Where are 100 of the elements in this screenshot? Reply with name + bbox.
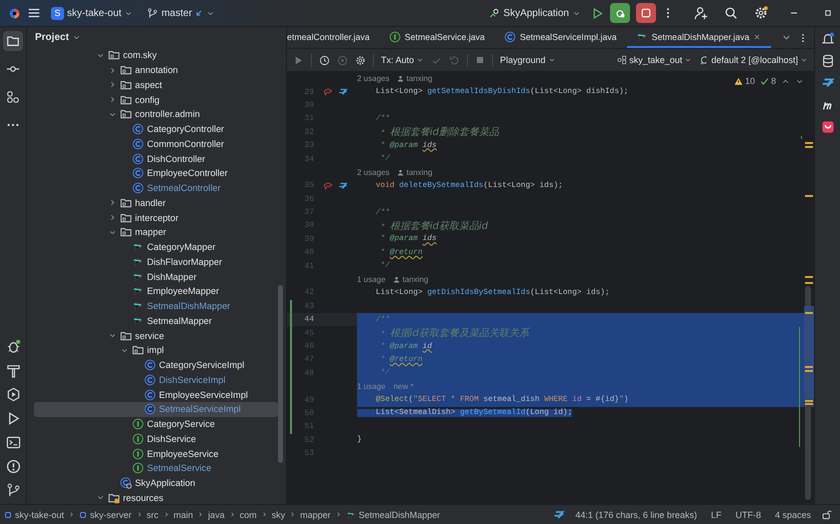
usages-hint[interactable]: 1 usage	[357, 275, 386, 284]
warning-marker[interactable]	[805, 276, 813, 278]
warning-marker[interactable]	[805, 370, 813, 372]
plugin-icon[interactable]	[820, 120, 834, 134]
warning-marker[interactable]	[805, 312, 813, 314]
navigate-icon[interactable]	[553, 508, 566, 520]
tree-item[interactable]: DishController	[34, 151, 278, 166]
git-icon[interactable]	[6, 483, 20, 498]
tree-item[interactable]: resources	[34, 490, 278, 506]
add-user-icon[interactable]	[694, 6, 708, 20]
tree-item[interactable]: CategoryServiceImpl	[34, 358, 278, 372]
terminal-icon[interactable]	[6, 435, 20, 450]
tree-item[interactable]: config	[34, 92, 278, 107]
search-icon[interactable]	[724, 6, 738, 20]
warning-marker[interactable]	[805, 403, 813, 405]
bell-icon[interactable]	[820, 32, 834, 46]
folder-icon	[120, 94, 132, 106]
debug-button[interactable]	[610, 3, 630, 23]
breadcrumb[interactable]: java	[208, 510, 225, 520]
tree-item[interactable]: DishServiceImpl	[34, 372, 278, 388]
breadcrumb[interactable]: com	[240, 510, 257, 520]
editor-tab[interactable]: etmealController.java	[287, 27, 380, 48]
project-selector[interactable]: S sky-take-out	[47, 4, 138, 22]
tree-item[interactable]: aspect	[34, 78, 278, 92]
tool-window-button[interactable]	[3, 31, 23, 51]
indent-setting[interactable]: 4 spaces	[770, 510, 815, 520]
warning-marker[interactable]	[805, 366, 813, 368]
breadcrumb[interactable]: sky-take-out	[4, 510, 64, 520]
tree-item[interactable]: CategoryService	[34, 416, 278, 432]
lock-icon[interactable]	[821, 509, 832, 520]
usages-hint[interactable]: 2 usages	[357, 168, 390, 177]
menu-icon[interactable]	[27, 6, 41, 20]
tree-item[interactable]: interceptor	[34, 210, 278, 225]
breadcrumb[interactable]: src	[146, 510, 159, 520]
check-count[interactable]: 8	[760, 76, 776, 86]
tree-item[interactable]: CategoryController	[34, 122, 278, 136]
database-icon[interactable]	[820, 54, 834, 68]
session-dropdown[interactable]: default 2 [@localhost]	[699, 55, 808, 65]
editor-tab[interactable]: SetmealService.java	[380, 27, 495, 48]
datasource-dropdown[interactable]: sky_take_out	[617, 55, 692, 65]
scrollbar[interactable]	[278, 285, 283, 463]
branch-selector[interactable]: master	[143, 6, 220, 20]
tree-item[interactable]: DishFlavorMapper	[34, 254, 278, 270]
tree-item[interactable]: SetmealDishMapper	[34, 298, 278, 314]
debug-icon[interactable]	[6, 339, 20, 354]
run-config-selector[interactable]: SkyApplication	[485, 6, 585, 20]
panel-title[interactable]: Project	[35, 32, 69, 43]
run-icon[interactable]	[591, 6, 604, 20]
tree-item[interactable]: EmployeeServiceImpl	[34, 387, 278, 402]
transaction-mode-dropdown[interactable]: Tx: Auto	[381, 55, 424, 65]
settings-icon[interactable]	[754, 6, 768, 20]
tree-item[interactable]: handler	[34, 196, 278, 210]
tree-item[interactable]: EmployeeService	[34, 446, 278, 461]
navigate-icon[interactable]	[338, 180, 348, 191]
tree-item[interactable]: com.sky	[34, 48, 278, 63]
breadcrumb[interactable]: main	[174, 510, 194, 520]
line-separator[interactable]: LF	[706, 510, 726, 520]
execute-icon[interactable]	[293, 54, 304, 66]
warning-count[interactable]: 10	[734, 76, 755, 86]
playground-dropdown[interactable]: Playground	[500, 55, 556, 65]
stop-button[interactable]	[636, 3, 656, 23]
settings-icon[interactable]	[355, 54, 366, 66]
tree-item[interactable]: impl	[34, 343, 278, 358]
tree-item[interactable]: SetmealService	[34, 461, 278, 476]
warning-marker[interactable]	[805, 400, 813, 402]
tree-item[interactable]: annotation	[34, 62, 278, 78]
item-label: handler	[135, 198, 166, 208]
warning-marker[interactable]	[805, 142, 813, 144]
history-icon[interactable]	[319, 54, 330, 66]
tree-item[interactable]: SetmealController	[34, 180, 278, 196]
stop-icon[interactable]	[475, 55, 486, 65]
navigate-icon[interactable]	[338, 87, 348, 98]
usages-hint[interactable]: 2 usages	[357, 74, 390, 84]
tree-item[interactable]: CategoryMapper	[34, 240, 278, 254]
services-icon[interactable]	[6, 387, 20, 402]
file-encoding[interactable]: UTF-8	[731, 510, 765, 520]
caret-position[interactable]: 44:1 (176 chars, 6 line breaks)	[571, 510, 701, 520]
breadcrumb[interactable]: mapper	[300, 510, 331, 520]
breadcrumb[interactable]: SetmealDishMapper	[346, 510, 440, 520]
tree-item[interactable]: EmployeeController	[34, 166, 278, 181]
warning-marker[interactable]	[805, 195, 813, 197]
warning-marker[interactable]	[805, 282, 813, 284]
tree-item[interactable]: DishMapper	[34, 269, 278, 284]
tree-item[interactable]: service	[34, 328, 278, 343]
warning-circle-icon[interactable]	[6, 459, 20, 474]
breadcrumb[interactable]: sky	[272, 510, 286, 520]
tree-item[interactable]: SkyApplication	[34, 476, 278, 490]
tree-item[interactable]: mapper	[34, 225, 278, 240]
breadcrumb[interactable]: sky-server	[79, 510, 132, 520]
tree-item[interactable]: EmployeeMapper	[34, 284, 278, 299]
app-logo-icon[interactable]	[8, 6, 21, 20]
hammer-icon[interactable]	[6, 363, 20, 378]
navigate-icon[interactable]	[820, 76, 834, 90]
tree-item[interactable]: controller.admin	[34, 107, 278, 122]
tree-item[interactable]: CommonController	[34, 136, 278, 152]
close-icon[interactable]	[753, 32, 762, 40]
tree-item[interactable]: SetmealMapper	[34, 314, 278, 328]
warning-marker[interactable]	[805, 146, 813, 148]
tree-item[interactable]: DishService	[34, 432, 278, 446]
editor-tab[interactable]: SetmealServiceImpl.java	[494, 27, 627, 48]
